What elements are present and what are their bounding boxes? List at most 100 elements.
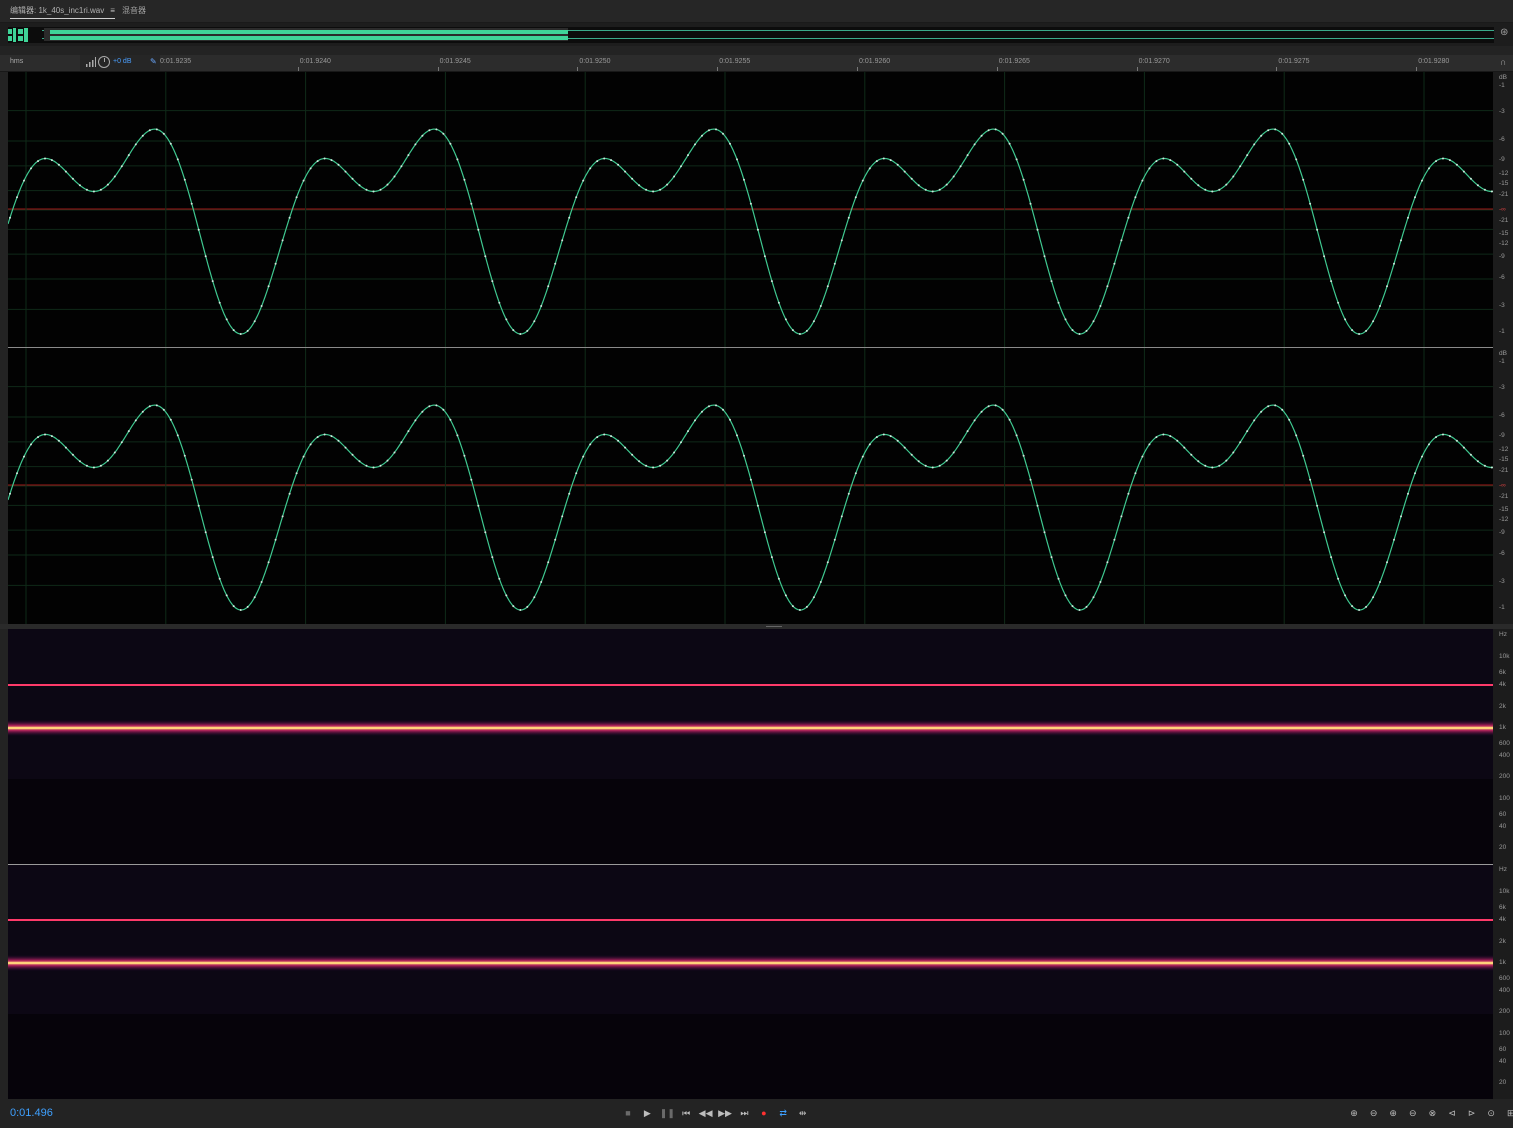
sample-point bbox=[1267, 405, 1270, 408]
ruler-tick-label: 0:01.9240 bbox=[299, 58, 331, 65]
sample-point bbox=[1064, 594, 1067, 597]
amplitude-scale-label: -9 bbox=[1499, 529, 1505, 536]
sample-point bbox=[1127, 492, 1130, 495]
zoom-out-amplitude-button[interactable]: ⊖ bbox=[1367, 1106, 1381, 1120]
sample-point bbox=[365, 464, 368, 467]
zoom-navigator-icon[interactable]: ⊛ bbox=[1500, 27, 1512, 39]
zoom-in-channel-button[interactable]: ⊞ bbox=[1504, 1106, 1513, 1120]
spectral-display[interactable] bbox=[8, 629, 1493, 1099]
sample-point bbox=[994, 404, 997, 407]
sample-point bbox=[784, 594, 787, 597]
go-to-end-button[interactable]: ⏭ bbox=[737, 1106, 751, 1120]
sample-point bbox=[141, 134, 144, 137]
frequency-scale-label: 4k bbox=[1499, 681, 1506, 688]
sample-point bbox=[316, 436, 319, 439]
sample-point bbox=[1085, 329, 1088, 332]
record-button[interactable]: ● bbox=[757, 1106, 771, 1120]
sample-point bbox=[1232, 175, 1235, 178]
sample-point bbox=[302, 179, 305, 182]
frequency-scale-label: 6k bbox=[1499, 904, 1506, 911]
sample-point bbox=[1365, 605, 1368, 608]
sample-point bbox=[1106, 561, 1109, 564]
ruler-tick-label: 0:01.9270 bbox=[1138, 58, 1170, 65]
sample-point bbox=[428, 129, 431, 132]
sample-point bbox=[1351, 329, 1354, 332]
play-button[interactable]: ▶ bbox=[640, 1106, 654, 1120]
sample-point bbox=[624, 446, 627, 449]
sample-point bbox=[966, 154, 969, 157]
volume-knob-icon[interactable] bbox=[98, 56, 110, 68]
overview-range-bar[interactable] bbox=[50, 36, 568, 40]
sample-point bbox=[1148, 443, 1151, 446]
sample-point bbox=[1260, 134, 1263, 137]
waveform-display[interactable] bbox=[8, 72, 1493, 624]
zoom-in-selection-end-button[interactable]: ⊳ bbox=[1465, 1106, 1479, 1120]
tab-editor[interactable]: 编辑器: 1k_40s_inc1ri.wav ≡ bbox=[10, 5, 115, 19]
sample-point bbox=[281, 239, 284, 242]
amplitude-scale[interactable]: dB -1 -3 -6 -9 -12 -15 -21 -∞ -21 -15 -12 -9 -6 -3 -1 dB… bbox=[1493, 72, 1513, 624]
sample-point bbox=[134, 143, 137, 146]
spectrogram-canvas[interactable] bbox=[8, 629, 1493, 1099]
stop-button[interactable]: ■ bbox=[621, 1106, 635, 1120]
zoom-selection-button[interactable]: ⊙ bbox=[1484, 1106, 1498, 1120]
zoom-in-selection-start-button[interactable]: ⊲ bbox=[1445, 1106, 1459, 1120]
sample-point bbox=[861, 455, 864, 458]
time-ruler[interactable]: hms 0:01.9235 0:01.9240 0:01.9245 0:01.9250… bbox=[0, 55, 1513, 72]
sample-point bbox=[1036, 228, 1039, 231]
sample-point bbox=[1414, 472, 1416, 475]
sample-point bbox=[791, 605, 794, 608]
zoom-in-time-button[interactable]: ⊕ bbox=[1386, 1106, 1400, 1120]
sample-point bbox=[582, 179, 585, 182]
zoom-out-time-button[interactable]: ⊖ bbox=[1406, 1106, 1420, 1120]
sample-point bbox=[44, 433, 46, 436]
overview-navigator[interactable] bbox=[0, 23, 1513, 46]
amplitude-scale-label: -1 bbox=[1499, 358, 1505, 365]
sample-point bbox=[1316, 228, 1319, 231]
overview-range-bar[interactable] bbox=[50, 30, 568, 34]
amplitude-scale-label: -15 bbox=[1499, 180, 1509, 187]
skip-selection-button[interactable]: ⇹ bbox=[796, 1106, 810, 1120]
sample-point bbox=[1267, 129, 1270, 132]
sample-point bbox=[351, 453, 354, 456]
frequency-scale-label: 2k bbox=[1499, 938, 1506, 945]
headphones-icon[interactable]: ∩ bbox=[1500, 57, 1510, 67]
fast-forward-button[interactable]: ▶▶ bbox=[718, 1106, 732, 1120]
sample-point bbox=[966, 430, 969, 433]
tab-mixer[interactable]: 混音器 bbox=[122, 5, 146, 16]
frequency-scale[interactable]: Hz Hz 10k 10k 6k 6k 4k 4k 2k 2k 1k 1k 600 600 400 400 20… bbox=[1493, 629, 1513, 1099]
sample-point bbox=[924, 188, 927, 191]
sample-point bbox=[365, 188, 368, 191]
sample-point bbox=[1260, 410, 1263, 413]
hud-gain-value[interactable]: +0 dB bbox=[113, 58, 132, 65]
sample-point bbox=[1204, 188, 1207, 191]
sample-point bbox=[610, 159, 613, 162]
sample-point bbox=[659, 188, 662, 191]
sample-point bbox=[253, 320, 256, 323]
sample-point bbox=[575, 196, 578, 199]
overview-track[interactable] bbox=[8, 27, 1494, 43]
amplitude-scale-label: -3 bbox=[1499, 108, 1505, 115]
pin-icon[interactable]: ✎ bbox=[150, 57, 157, 66]
sample-point bbox=[756, 504, 759, 507]
splitter-grip[interactable] bbox=[766, 626, 782, 627]
zoom-out-full-button[interactable]: ⊗ bbox=[1425, 1106, 1439, 1120]
sample-point bbox=[875, 436, 878, 439]
sample-point bbox=[1309, 202, 1312, 205]
sample-point bbox=[889, 435, 892, 438]
zoom-in-amplitude-button[interactable]: ⊕ bbox=[1347, 1106, 1361, 1120]
sample-point bbox=[267, 561, 270, 564]
pause-button[interactable]: ❚❚ bbox=[660, 1106, 675, 1120]
current-time-display[interactable]: 0:01.496 bbox=[10, 1107, 53, 1119]
sample-point bbox=[1190, 453, 1193, 456]
panel-menu-icon[interactable]: ≡ bbox=[110, 6, 115, 15]
sample-point bbox=[749, 202, 752, 205]
go-to-start-button[interactable]: ⏮ bbox=[679, 1106, 693, 1120]
sample-point bbox=[393, 451, 396, 454]
sample-point bbox=[1127, 216, 1130, 219]
loop-button[interactable]: ⇄ bbox=[776, 1106, 790, 1120]
sample-point bbox=[99, 464, 102, 467]
waveform-canvas[interactable] bbox=[8, 72, 1493, 624]
sample-point bbox=[400, 441, 403, 444]
ruler-tick-label: 0:01.9250 bbox=[579, 58, 611, 65]
rewind-button[interactable]: ◀◀ bbox=[699, 1106, 713, 1120]
